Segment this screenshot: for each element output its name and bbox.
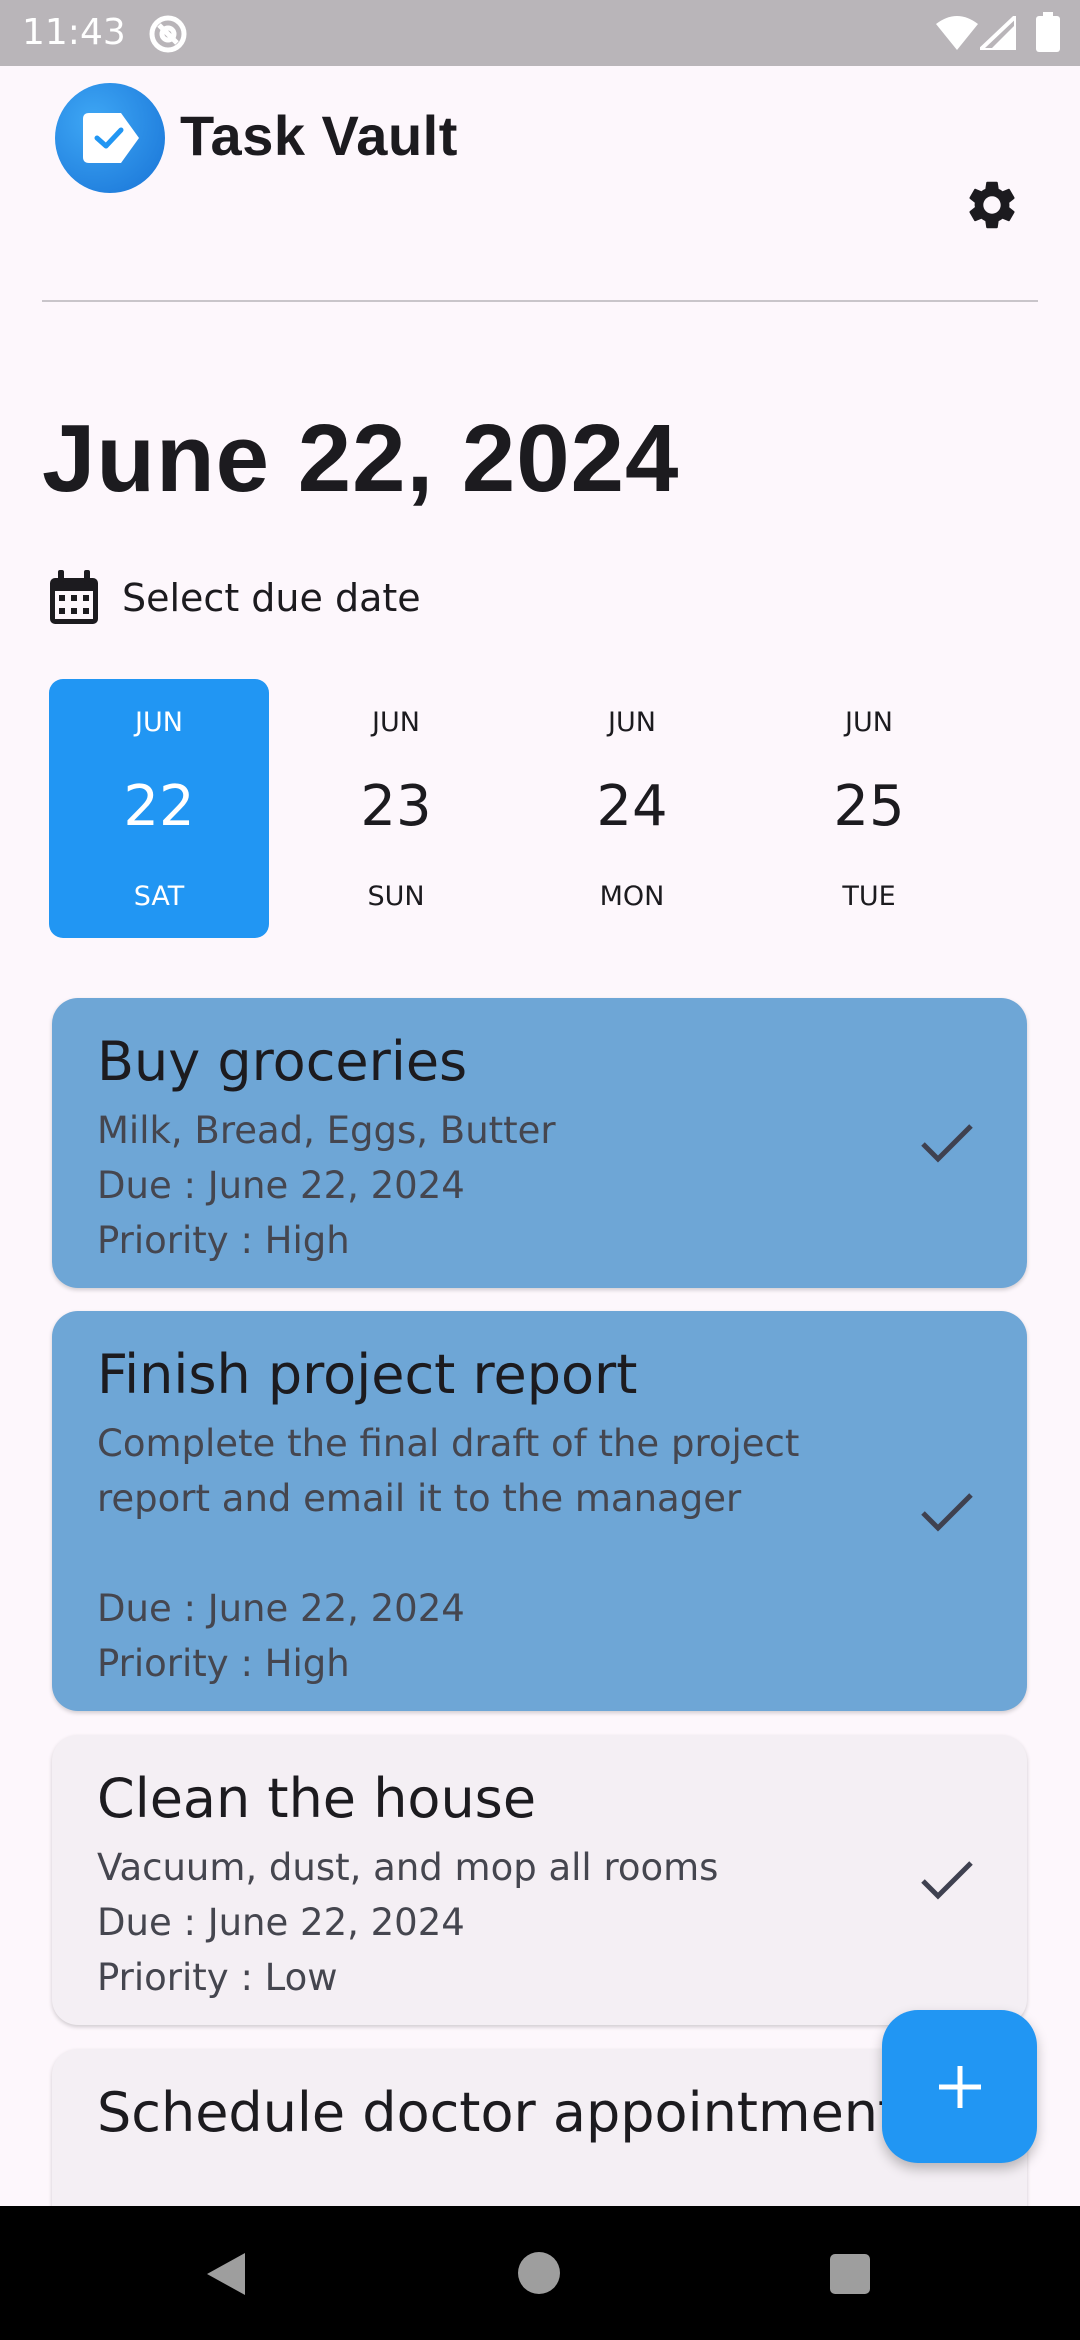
date-item-jun-25[interactable]: JUN 25 TUE: [759, 679, 979, 938]
at-sign-icon: [148, 14, 188, 59]
check-icon[interactable]: [919, 1489, 975, 1540]
task-card[interactable]: Clean the house Vacuum, dust, and mop al…: [52, 1735, 1027, 2025]
task-card[interactable]: Finish project report Complete the final…: [52, 1311, 1027, 1711]
date-strip: JUN 22 SAT JUN 23 SUN JUN 24 MON JUN 25 …: [49, 679, 1029, 938]
task-due: Due : June 22, 2024: [97, 1587, 465, 1630]
system-nav-bar: [0, 2206, 1080, 2340]
task-priority: Priority : High: [97, 1642, 350, 1685]
date-weekday: SAT: [133, 881, 185, 912]
date-day: 24: [596, 774, 668, 839]
wifi-icon: [936, 16, 978, 55]
task-title: Finish project report: [97, 1343, 638, 1406]
date-month: JUN: [608, 707, 656, 738]
task-due: Due : June 22, 2024: [97, 1164, 465, 1207]
calendar-icon: [48, 570, 100, 626]
task-due: Due : June 22, 2024: [97, 1901, 465, 1944]
select-due-date-button[interactable]: Select due date: [48, 568, 421, 628]
date-day: 25: [833, 774, 905, 839]
task-description: Vacuum, dust, and mop all rooms: [97, 1846, 719, 1889]
date-month: JUN: [135, 707, 183, 738]
date-item-jun-22[interactable]: JUN 22 SAT: [49, 679, 269, 938]
task-card[interactable]: Buy groceries Milk, Bread, Eggs, Butter …: [52, 998, 1027, 1288]
task-description: Milk, Bread, Eggs, Butter: [97, 1109, 556, 1152]
add-task-button[interactable]: [882, 2010, 1037, 2163]
check-icon[interactable]: [919, 1857, 975, 1908]
header-divider: [42, 300, 1038, 302]
plus-icon: [939, 2066, 981, 2108]
select-due-date-label: Select due date: [122, 576, 421, 620]
check-icon[interactable]: [919, 1120, 975, 1171]
tag-check-icon: [55, 83, 165, 193]
task-title: Clean the house: [97, 1767, 537, 1830]
gear-icon[interactable]: [963, 176, 1021, 239]
home-icon[interactable]: [518, 2252, 560, 2294]
date-item-jun-24[interactable]: JUN 24 MON: [522, 679, 742, 938]
date-weekday: MON: [599, 881, 665, 912]
date-weekday: SUN: [367, 881, 425, 912]
date-day: 23: [360, 774, 432, 839]
task-description: Complete the final draft of the project …: [97, 1422, 800, 1520]
date-weekday: TUE: [842, 881, 896, 912]
page-title: June 22, 2024: [42, 405, 680, 512]
back-icon[interactable]: [205, 2251, 247, 2302]
date-month: JUN: [372, 707, 420, 738]
app-title: Task Vault: [180, 104, 458, 167]
date-month: JUN: [845, 707, 893, 738]
battery-icon: [1036, 12, 1060, 57]
date-day: 22: [123, 774, 195, 839]
signal-icon: [974, 11, 1018, 55]
task-title: Schedule doctor appointment: [97, 2081, 900, 2144]
task-title: Buy groceries: [97, 1030, 468, 1093]
task-priority: Priority : Low: [97, 1956, 338, 1999]
status-time: 11:43: [22, 12, 126, 53]
task-priority: Priority : High: [97, 1219, 350, 1262]
date-item-jun-23[interactable]: JUN 23 SUN: [286, 679, 506, 938]
recents-icon[interactable]: [830, 2254, 870, 2294]
status-bar: 11:43: [0, 0, 1080, 66]
